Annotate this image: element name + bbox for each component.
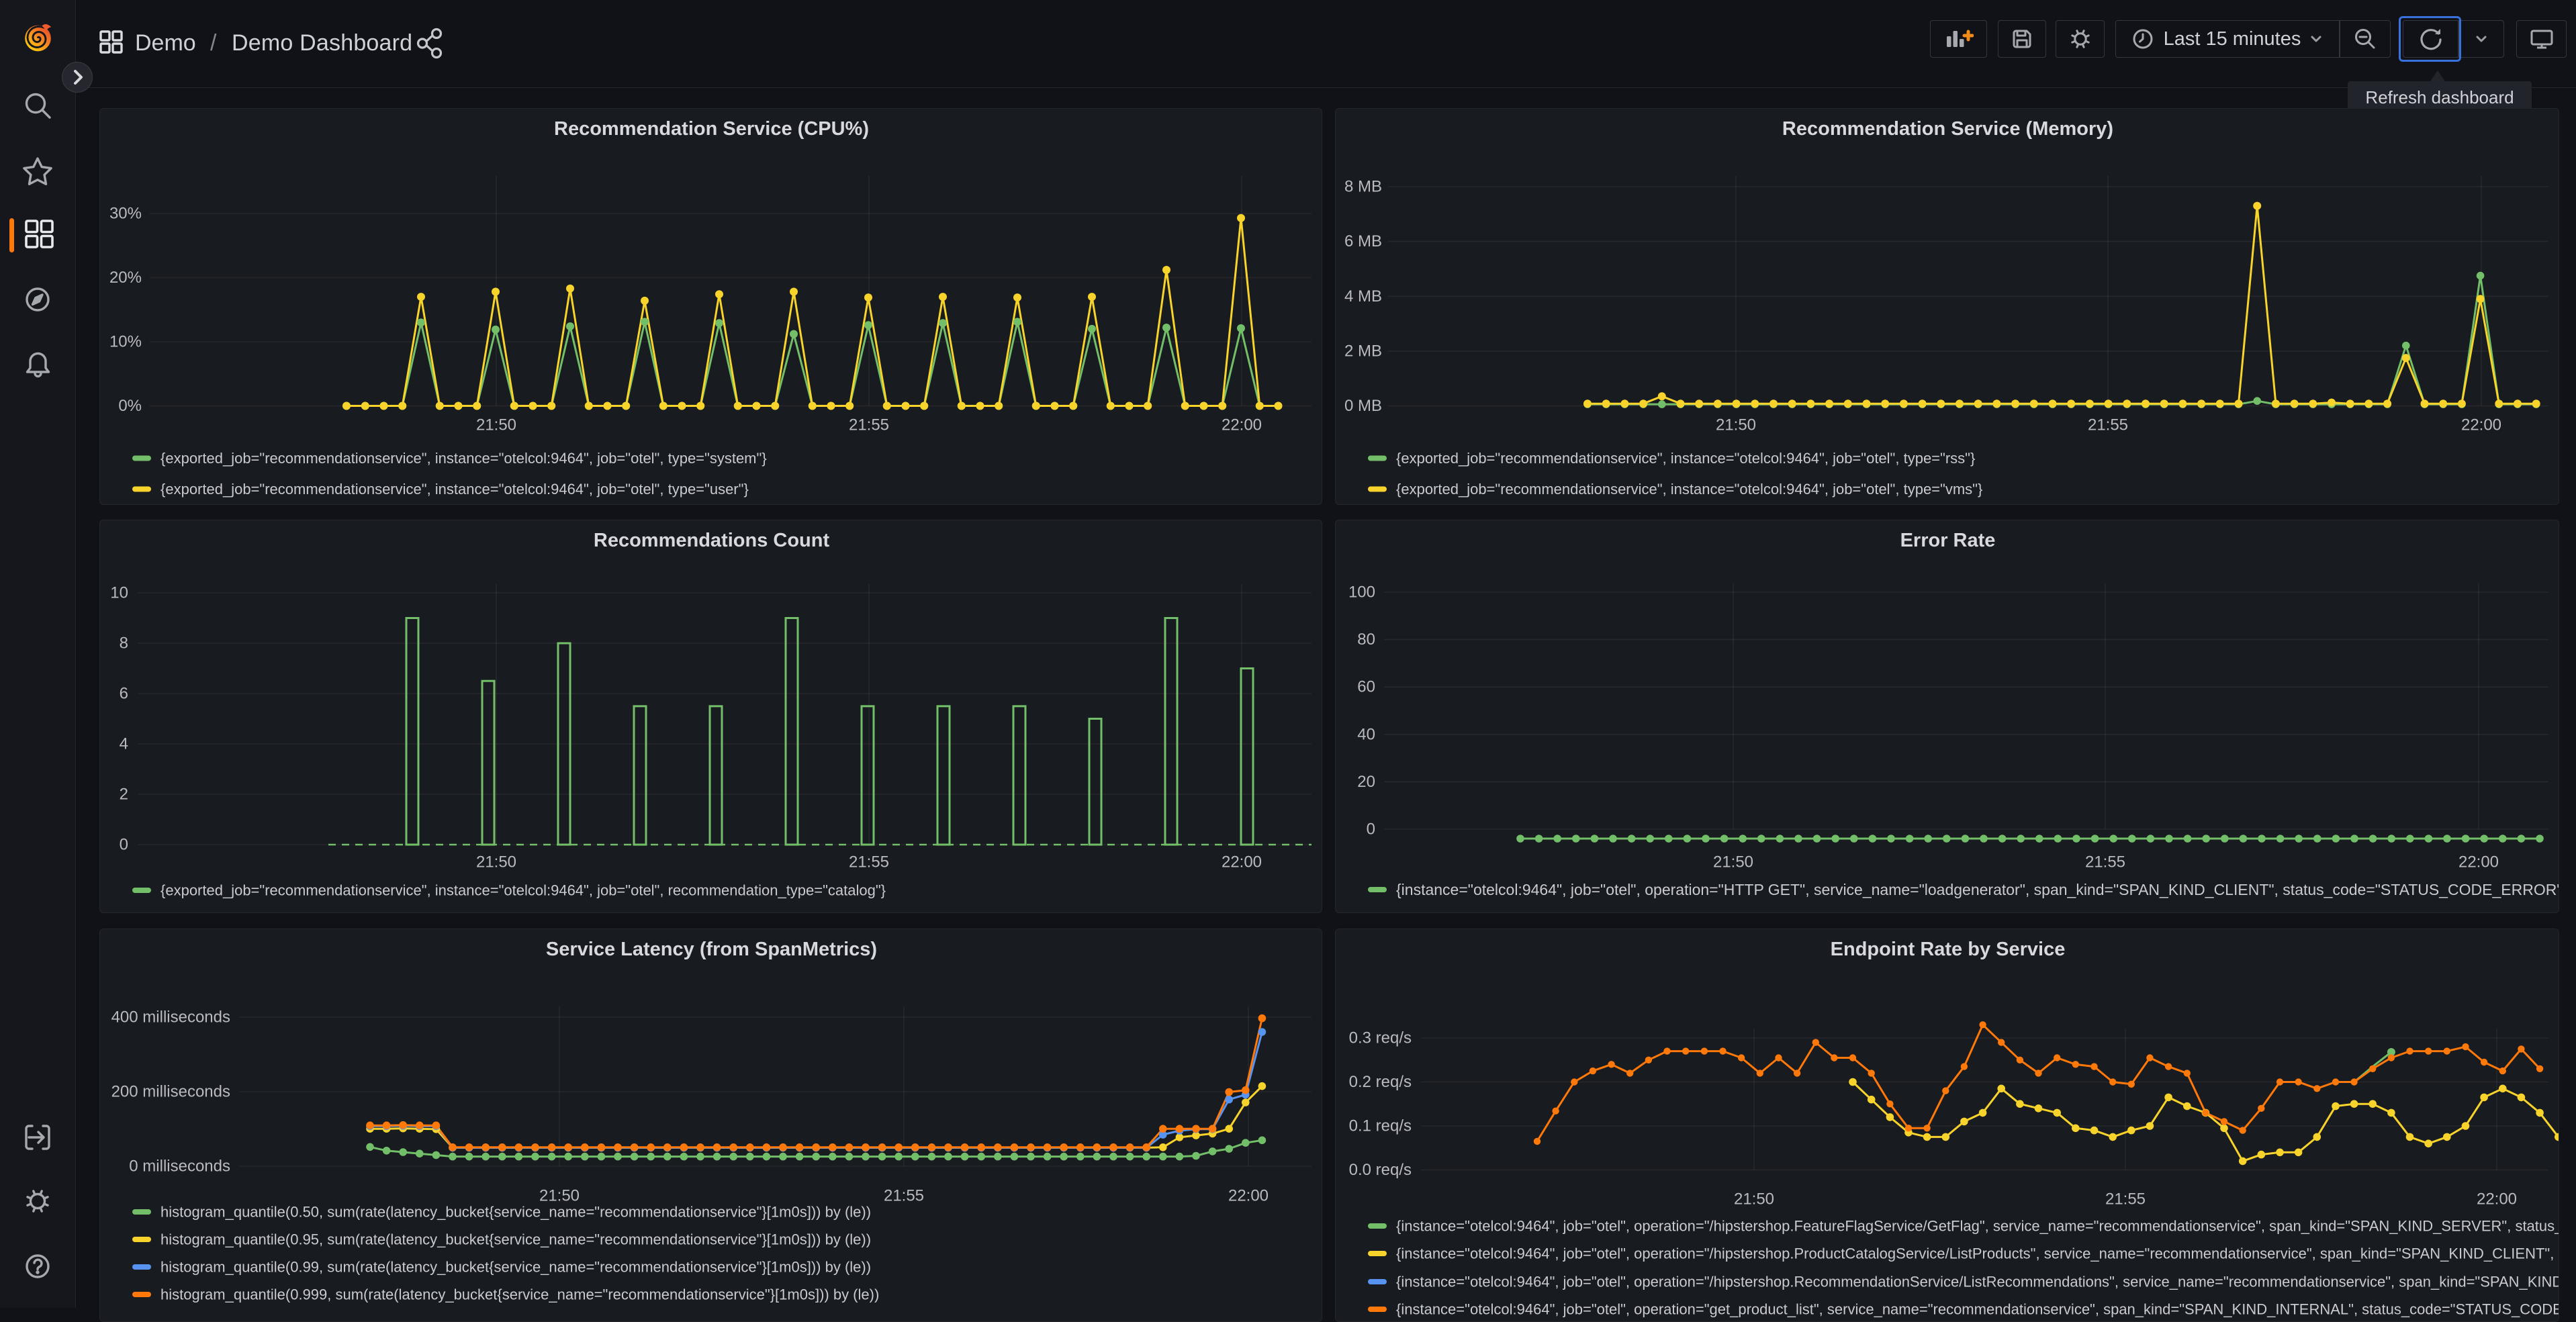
svg-text:22:00: 22:00 [2458,853,2499,871]
svg-text:2: 2 [120,786,128,804]
svg-text:Demo: Demo [135,30,196,56]
svg-text:histogram_quantile(0.50, sum(r: histogram_quantile(0.50, sum(rate(latenc… [160,1204,871,1221]
svg-text:{instance="otelcol:9464", job=: {instance="otelcol:9464", job="otel", op… [1396,881,2559,898]
svg-text:{exported_job="recommendations: {exported_job="recommendationservice", i… [160,882,886,899]
svg-text:10%: 10% [109,333,142,351]
svg-text:22:00: 22:00 [2461,416,2501,434]
svg-text:22:00: 22:00 [2477,1190,2517,1209]
svg-text:400 milliseconds: 400 milliseconds [111,1008,230,1027]
svg-text:21:55: 21:55 [849,416,889,434]
svg-text:200 milliseconds: 200 milliseconds [111,1083,230,1101]
svg-text:0%: 0% [118,397,142,415]
svg-text:Recommendation Service (CPU%): Recommendation Service (CPU%) [554,118,869,140]
svg-text:21:50: 21:50 [539,1187,580,1205]
svg-text:0.2 req/s: 0.2 req/s [1349,1073,1412,1091]
svg-text:{exported_job="recommendations: {exported_job="recommendationservice", i… [1396,450,1975,467]
svg-text:0: 0 [1367,820,1375,839]
svg-text:21:50: 21:50 [1734,1190,1774,1209]
svg-text:8: 8 [120,634,128,653]
svg-text:0: 0 [120,836,128,854]
svg-text:6 MB: 6 MB [1344,232,1382,250]
svg-text:{instance="otelcol:9464", job=: {instance="otelcol:9464", job="otel", op… [1396,1301,2559,1318]
svg-text:{exported_job="recommendations: {exported_job="recommendationservice", i… [160,450,767,467]
svg-text:Error Rate: Error Rate [1900,530,1996,551]
svg-text:/: / [210,30,217,56]
svg-text:0.3 req/s: 0.3 req/s [1349,1029,1412,1047]
svg-text:0 milliseconds: 0 milliseconds [129,1158,230,1176]
svg-text:6: 6 [120,685,128,703]
svg-text:2 MB: 2 MB [1344,342,1382,360]
svg-text:21:50: 21:50 [476,853,516,871]
svg-text:Service Latency (from SpanMetr: Service Latency (from SpanMetrics) [546,939,877,960]
svg-text:22:00: 22:00 [1222,853,1262,871]
svg-text:{exported_job="recommendations: {exported_job="recommendationservice", i… [160,481,749,498]
svg-text:Recommendations Count: Recommendations Count [594,530,830,551]
svg-text:30%: 30% [109,205,142,223]
svg-text:80: 80 [1357,630,1375,649]
svg-text:21:50: 21:50 [1713,853,1753,871]
svg-text:10: 10 [110,584,128,602]
svg-text:21:50: 21:50 [1716,416,1756,434]
svg-text:21:50: 21:50 [476,416,516,434]
svg-text:22:00: 22:00 [1228,1187,1269,1205]
svg-text:40: 40 [1357,725,1375,743]
svg-text:21:55: 21:55 [2088,416,2128,434]
svg-text:{instance="otelcol:9464", job=: {instance="otelcol:9464", job="otel", op… [1396,1245,2559,1262]
svg-text:histogram_quantile(0.95, sum(r: histogram_quantile(0.95, sum(rate(latenc… [160,1231,871,1248]
svg-text:Recommendation Service (Memory: Recommendation Service (Memory) [1782,118,2113,140]
svg-text:21:55: 21:55 [2085,853,2125,871]
svg-text:0 MB: 0 MB [1344,397,1382,415]
svg-text:20%: 20% [109,269,142,287]
svg-text:{instance="otelcol:9464", job=: {instance="otelcol:9464", job="otel", op… [1396,1274,2559,1290]
svg-text:Endpoint Rate by Service: Endpoint Rate by Service [1831,939,2066,960]
svg-text:60: 60 [1357,678,1375,696]
svg-text:{exported_job="recommendations: {exported_job="recommendationservice", i… [1396,481,1982,498]
svg-text:Demo Dashboard: Demo Dashboard [232,30,412,56]
svg-text:histogram_quantile(0.99, sum(r: histogram_quantile(0.99, sum(rate(latenc… [160,1259,871,1276]
svg-text:20: 20 [1357,773,1375,791]
svg-text:0.1 req/s: 0.1 req/s [1349,1117,1412,1135]
svg-text:100: 100 [1348,583,1375,602]
svg-text:21:55: 21:55 [2105,1190,2146,1209]
svg-text:{instance="otelcol:9464", job=: {instance="otelcol:9464", job="otel", op… [1396,1218,2559,1235]
svg-text:8 MB: 8 MB [1344,178,1382,196]
svg-text:0.0 req/s: 0.0 req/s [1349,1161,1412,1179]
svg-text:4: 4 [120,735,128,753]
svg-text:histogram_quantile(0.999, sum(: histogram_quantile(0.999, sum(rate(laten… [160,1286,879,1303]
svg-text:4 MB: 4 MB [1344,287,1382,305]
svg-text:21:55: 21:55 [849,853,889,871]
svg-text:21:55: 21:55 [884,1187,924,1205]
svg-text:22:00: 22:00 [1222,416,1262,434]
